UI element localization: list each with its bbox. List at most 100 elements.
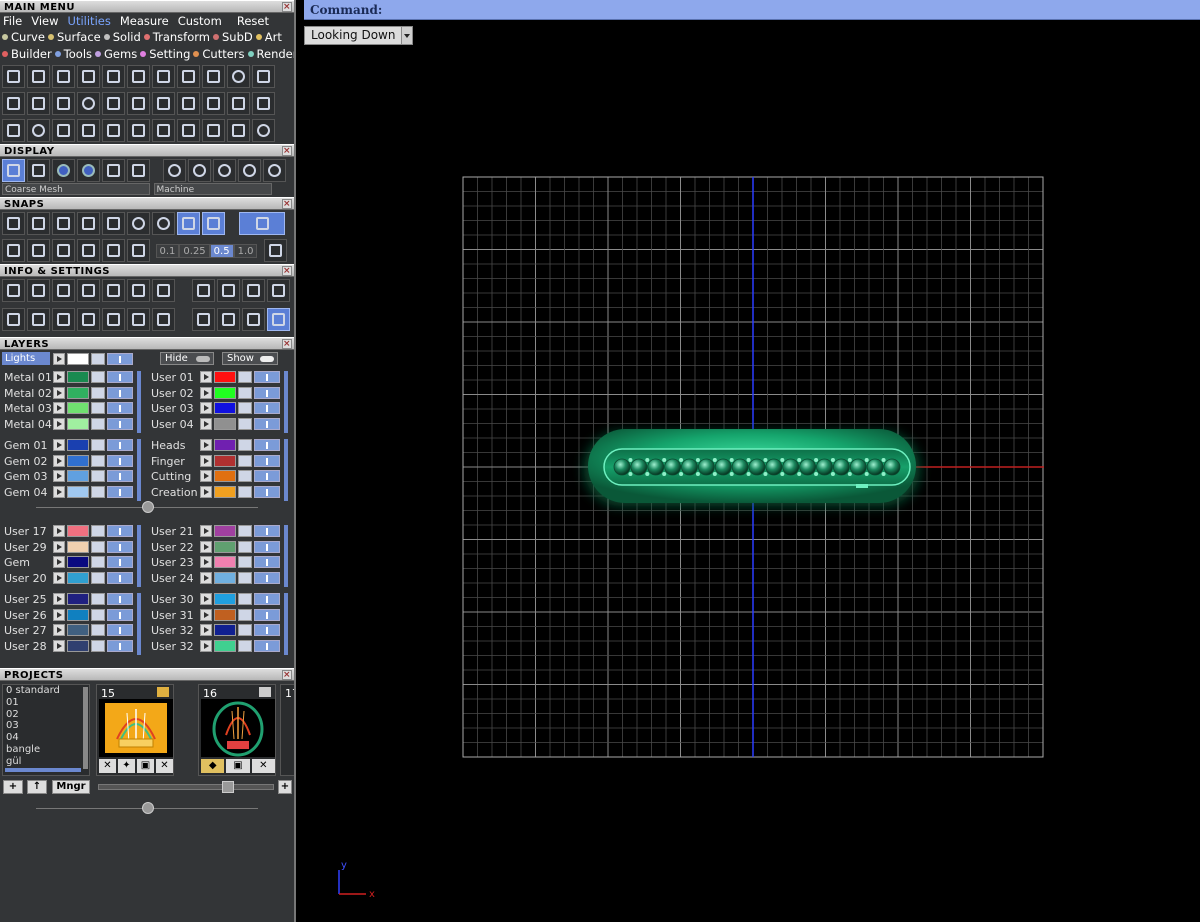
lock-icon[interactable]	[91, 572, 105, 585]
expand-arrow-icon[interactable]	[53, 556, 65, 569]
tool-icon[interactable]	[227, 65, 250, 88]
layer-scrollbar[interactable]	[137, 439, 141, 501]
close-icon[interactable]: ×	[282, 146, 292, 156]
tool-icon[interactable]	[152, 92, 175, 115]
category-art[interactable]: Art	[255, 30, 282, 44]
expand-arrow-icon[interactable]	[200, 593, 212, 605]
project-thumb-17[interactable]: 17	[280, 684, 294, 776]
lock-icon[interactable]	[238, 371, 252, 383]
snap-icon[interactable]	[77, 239, 100, 262]
layer-scrollbar[interactable]	[137, 593, 141, 655]
lock-icon[interactable]	[238, 402, 252, 415]
lock-icon[interactable]	[238, 593, 252, 605]
expand-arrow-icon[interactable]	[53, 386, 65, 399]
layer-row[interactable]: User 01	[147, 370, 283, 385]
snap-icon[interactable]	[177, 212, 200, 235]
cube-icon[interactable]	[52, 308, 75, 331]
sphere-icon[interactable]	[77, 159, 100, 182]
visibility-toggle[interactable]	[254, 608, 280, 621]
visibility-toggle[interactable]	[254, 593, 280, 605]
visibility-toggle[interactable]	[254, 572, 280, 585]
expand-arrow-icon[interactable]	[53, 353, 65, 365]
expand-arrow-icon[interactable]	[53, 439, 65, 451]
lock-icon[interactable]	[238, 640, 252, 653]
layer-color-swatch[interactable]	[67, 572, 89, 585]
lock-icon[interactable]	[238, 525, 252, 537]
layer-color-swatch[interactable]	[214, 624, 236, 637]
tool-icon[interactable]	[127, 119, 150, 142]
lock-icon[interactable]	[91, 624, 105, 637]
category-solid[interactable]: Solid	[103, 30, 141, 44]
visibility-toggle[interactable]	[254, 371, 280, 383]
tool-icon[interactable]	[27, 159, 50, 182]
grid-icon[interactable]	[227, 92, 250, 115]
layer-row[interactable]: User 29	[0, 540, 136, 555]
layer-scrollbar[interactable]	[137, 525, 141, 587]
mesh-dropdown[interactable]: Coarse Mesh	[2, 183, 150, 195]
visibility-toggle[interactable]	[254, 540, 280, 553]
lock-icon[interactable]	[238, 439, 252, 451]
lock-icon[interactable]	[91, 593, 105, 605]
snap-icon[interactable]	[2, 239, 25, 262]
tool-icon[interactable]	[27, 65, 50, 88]
tool-icon[interactable]	[127, 65, 150, 88]
visibility-toggle[interactable]	[107, 540, 133, 553]
visibility-toggle[interactable]	[107, 486, 133, 499]
visibility-toggle[interactable]	[254, 556, 280, 569]
snap-value-0[interactable]: 0.1	[155, 244, 180, 258]
material-sphere-icon[interactable]	[188, 159, 211, 182]
tool-icon[interactable]	[2, 65, 25, 88]
lock-icon[interactable]	[238, 540, 252, 553]
layer-row[interactable]: Finger	[147, 454, 283, 469]
expand-arrow-icon[interactable]	[200, 640, 212, 653]
expand-arrow-icon[interactable]	[53, 402, 65, 415]
project-list-item[interactable]: 01	[3, 697, 89, 709]
lock-icon[interactable]	[91, 386, 105, 399]
project-list-item[interactable]: 0 standard	[3, 685, 89, 697]
expand-arrow-icon[interactable]	[200, 540, 212, 553]
lock-icon[interactable]	[238, 454, 252, 467]
category-surface[interactable]: Surface	[47, 30, 101, 44]
save-icon[interactable]: ▣	[137, 759, 154, 773]
category-cutters[interactable]: Cutters	[193, 47, 245, 61]
layer-row[interactable]: User 17	[0, 524, 136, 539]
layer-row[interactable]: User 28	[0, 639, 136, 654]
tool-icon[interactable]	[192, 279, 215, 302]
layer-color-swatch[interactable]	[214, 418, 236, 431]
collapse-knob[interactable]	[142, 802, 154, 814]
visibility-toggle[interactable]	[254, 386, 280, 399]
tool-icon[interactable]	[252, 65, 275, 88]
close-icon[interactable]: ✕	[156, 759, 173, 773]
add-thumb-button[interactable]: +	[278, 780, 292, 794]
layer-row[interactable]: User 32	[147, 639, 283, 654]
lock-icon[interactable]	[91, 402, 105, 415]
visibility-toggle[interactable]	[107, 402, 133, 415]
save-icon[interactable]: ▣	[226, 759, 250, 773]
visibility-toggle[interactable]	[254, 640, 280, 653]
tool-icon[interactable]	[27, 119, 50, 142]
tool-icon[interactable]	[102, 159, 125, 182]
snap-icon[interactable]	[27, 212, 50, 235]
expand-arrow-icon[interactable]	[200, 608, 212, 621]
category-tools[interactable]: Tools	[54, 47, 92, 61]
expand-arrow-icon[interactable]	[200, 556, 212, 569]
layer-row[interactable]: User 31	[147, 608, 283, 623]
lock-icon[interactable]	[91, 608, 105, 621]
expand-arrow-icon[interactable]	[200, 486, 212, 499]
tool-icon[interactable]	[267, 279, 290, 302]
close-icon[interactable]: ✕	[251, 759, 275, 773]
layer-scrollbar[interactable]	[284, 525, 288, 587]
gem[interactable]	[664, 458, 682, 476]
tool-icon[interactable]	[152, 308, 175, 331]
tool-icon[interactable]	[152, 279, 175, 302]
lock-icon[interactable]	[91, 525, 105, 537]
tool-icon[interactable]	[77, 308, 100, 331]
snap-icon[interactable]	[127, 212, 150, 235]
snap-icon[interactable]	[77, 212, 100, 235]
layer-row[interactable]: Cutting	[147, 469, 283, 484]
snap-icon[interactable]	[152, 212, 175, 235]
layer-row[interactable]: User 21	[147, 524, 283, 539]
tool-icon[interactable]	[77, 279, 100, 302]
tool-icon[interactable]	[242, 279, 265, 302]
gem[interactable]	[681, 458, 698, 476]
